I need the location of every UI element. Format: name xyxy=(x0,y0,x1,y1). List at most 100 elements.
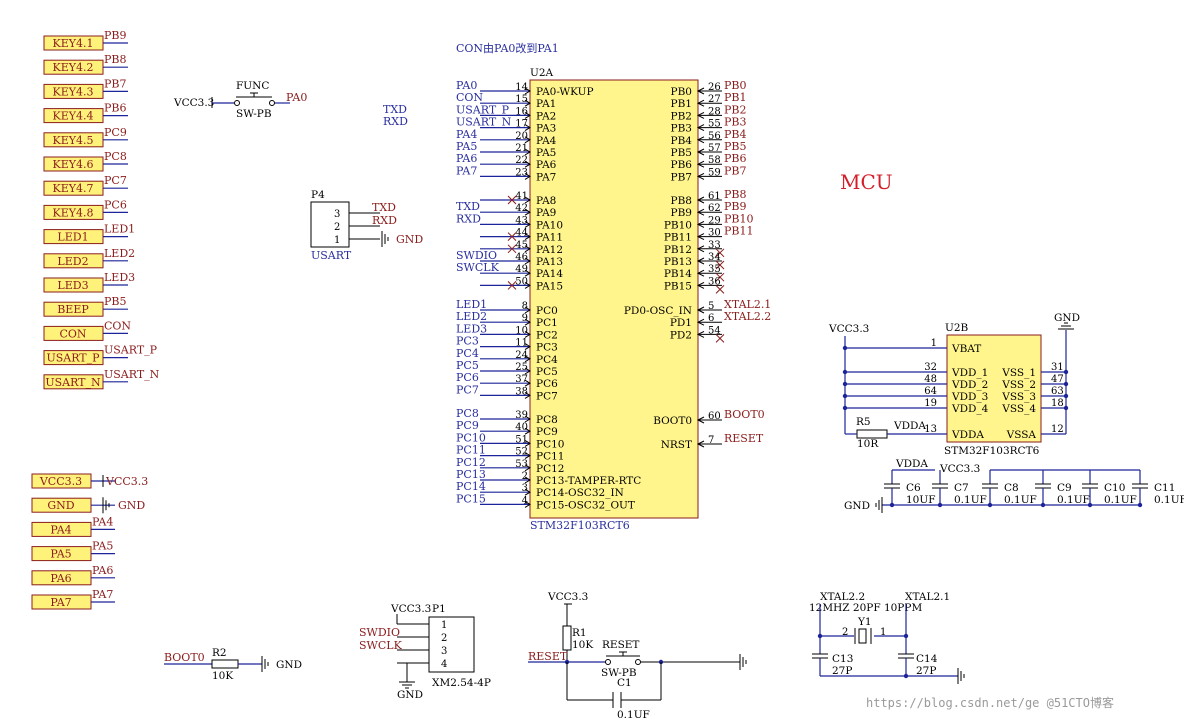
ic-pin-name: PC2 xyxy=(536,329,558,341)
ic-pin-name: PA3 xyxy=(536,123,556,135)
ic-pin-name: PB6 xyxy=(671,159,693,171)
ic-pin-name: PB10 xyxy=(664,219,692,231)
ic-pin-name: PB1 xyxy=(671,98,692,110)
vcc-label: VCC3.3 xyxy=(939,463,980,475)
net-label-box-text: LED3 xyxy=(57,279,88,292)
connector-name: USART xyxy=(311,249,352,262)
capacitor-value: 0.1UF xyxy=(1104,494,1137,506)
ic-pin-name: PB11 xyxy=(664,232,692,244)
ic-net-label: PB0 xyxy=(724,79,746,92)
crystal-icon xyxy=(858,628,867,644)
ic-pin-name: PA7 xyxy=(536,171,556,183)
resistor-icon xyxy=(562,625,572,651)
ic-net-label: PA4 xyxy=(456,128,477,141)
ic-net-label: SWDIO xyxy=(456,249,497,262)
ic-pin-name: PC14-OSC32_IN xyxy=(536,487,624,499)
ic-pin-name: PB3 xyxy=(671,123,692,135)
net-label: SWDIO xyxy=(359,626,400,639)
ic-pin-name: PA10 xyxy=(536,219,563,231)
net-label: PC6 xyxy=(104,198,127,211)
ic-net-label: PB10 xyxy=(724,212,753,225)
net-label-box-text: VCC3.3 xyxy=(39,475,82,488)
ic-pin-number: 19 xyxy=(924,398,937,409)
net-label: RESET xyxy=(528,650,568,663)
ic-pin-number: 13 xyxy=(924,424,937,435)
net-label: PA0 xyxy=(286,91,307,104)
ic-net-label: PB6 xyxy=(724,152,746,165)
connector-pin-number: 3 xyxy=(441,646,447,657)
ic-pin-number: 1 xyxy=(931,338,937,349)
ic-net-label: SWCLK xyxy=(456,261,500,274)
ic-net-label: PB4 xyxy=(724,128,746,141)
ic-pin-name: PC10 xyxy=(536,438,564,450)
net-label: PB8 xyxy=(104,53,126,66)
ic-pin-name: VSS_2 xyxy=(1001,379,1036,391)
net-label: PB6 xyxy=(104,102,126,115)
net-label: VDDA xyxy=(893,420,926,432)
net-label: PB9 xyxy=(104,29,126,42)
ic-pin-name: VDD_4 xyxy=(951,403,989,415)
capacitor-value: 10UF xyxy=(906,494,936,506)
func-switch: VCC3.3FUNCSW-PBPA0TXDRXD xyxy=(173,80,408,128)
ic-net-label: PC14 xyxy=(456,480,486,493)
ic-pin-name: VDDA xyxy=(951,429,984,441)
ic-net-label: LED3 xyxy=(456,322,487,335)
ic-net-label: PC12 xyxy=(456,456,486,469)
net-label: USART_N xyxy=(104,368,160,381)
capacitor-ref: C9 xyxy=(1057,482,1072,494)
watermark: https://blog.csdn.net/ge @51CTO博客 xyxy=(866,695,1114,710)
net-label-box-text: LED1 xyxy=(57,231,88,244)
ic-net-label: RESET xyxy=(724,432,764,445)
capacitor-ref: C11 xyxy=(1154,482,1175,494)
ic-pin-name: PC5 xyxy=(536,366,558,378)
net-label-box-text: PA6 xyxy=(50,572,71,585)
net-label: GND xyxy=(396,233,423,246)
ic-net-label: PC7 xyxy=(456,383,479,396)
ic-pin-name: PA12 xyxy=(536,244,563,256)
ic-pin-name: PD1 xyxy=(670,317,692,329)
decoupling-capacitors: VDDA VCC3.3GNDC610UFC70.1UFC80.1UFC90.1UF… xyxy=(844,458,1184,513)
resistor-icon xyxy=(856,429,888,439)
crystal-ref: Y1 xyxy=(857,616,872,628)
ic-pin-name: VSS_4 xyxy=(1001,403,1036,415)
ic-net-label: PC5 xyxy=(456,359,479,372)
ic-pin-name: PA4 xyxy=(536,135,557,147)
gnd-label: GND xyxy=(844,500,870,512)
ic-net-label: PC3 xyxy=(456,335,479,348)
ic-net-label: PB9 xyxy=(724,200,746,213)
ic-pin-number: 12 xyxy=(1051,424,1064,435)
ic-pin-name: VBAT xyxy=(951,343,981,355)
net-label: PC9 xyxy=(104,126,127,139)
net-label: PB5 xyxy=(104,295,126,308)
ic-pin-name: PA5 xyxy=(536,147,556,159)
ic-pin-name: PC15-OSC32_OUT xyxy=(536,499,635,511)
ic-pin-name: PC9 xyxy=(536,426,558,438)
ic-pin-name: PA0-WKUP xyxy=(536,86,594,98)
ic-net-label: PB7 xyxy=(724,164,746,177)
vcc-label: VCC3.3 xyxy=(547,591,588,603)
ic-net-label: PA5 xyxy=(456,140,477,153)
net-label: LED3 xyxy=(104,271,135,284)
switch-contact-icon xyxy=(269,100,275,106)
vcc-label: VCC3.3 xyxy=(390,603,431,615)
capacitor-value: 0.1UF xyxy=(1154,494,1184,506)
vcc-label: VCC3.3 xyxy=(828,323,869,335)
capacitor-ref: C1 xyxy=(617,677,632,689)
capacitor-value: 27P xyxy=(916,665,936,677)
ic-net-label: BOOT0 xyxy=(724,408,765,421)
net-label-box-text: PA5 xyxy=(50,548,71,561)
ic-part: STM32F103RCT6 xyxy=(944,445,1040,457)
ic-net-label: LED2 xyxy=(456,310,487,323)
net-label-group-power: VCC3.3 VCC3.3 GND GND PA4 PA4 PA5 PA5 PA6 PA6 PA7 P… xyxy=(31,473,148,610)
ic-net-label: PC9 xyxy=(456,419,479,432)
resistor-value: 10K xyxy=(572,639,593,651)
ic-net-label: PA7 xyxy=(456,164,477,177)
net-label: PB7 xyxy=(104,77,126,90)
connector-pin-number: 3 xyxy=(334,209,340,220)
ic-pin-number: 64 xyxy=(924,386,937,397)
ic-net-label: PC15 xyxy=(456,492,486,505)
crystal-pin-number: 2 xyxy=(842,627,848,638)
schematic-canvas: KEY4.1 PB9 KEY4.2 PB8 KEY4.3 PB7 KEY4.4 PB6 KEY4… xyxy=(31,29,1184,719)
vcc-label: VCC3.3 xyxy=(173,97,214,109)
switch-name: RESET xyxy=(602,639,639,651)
